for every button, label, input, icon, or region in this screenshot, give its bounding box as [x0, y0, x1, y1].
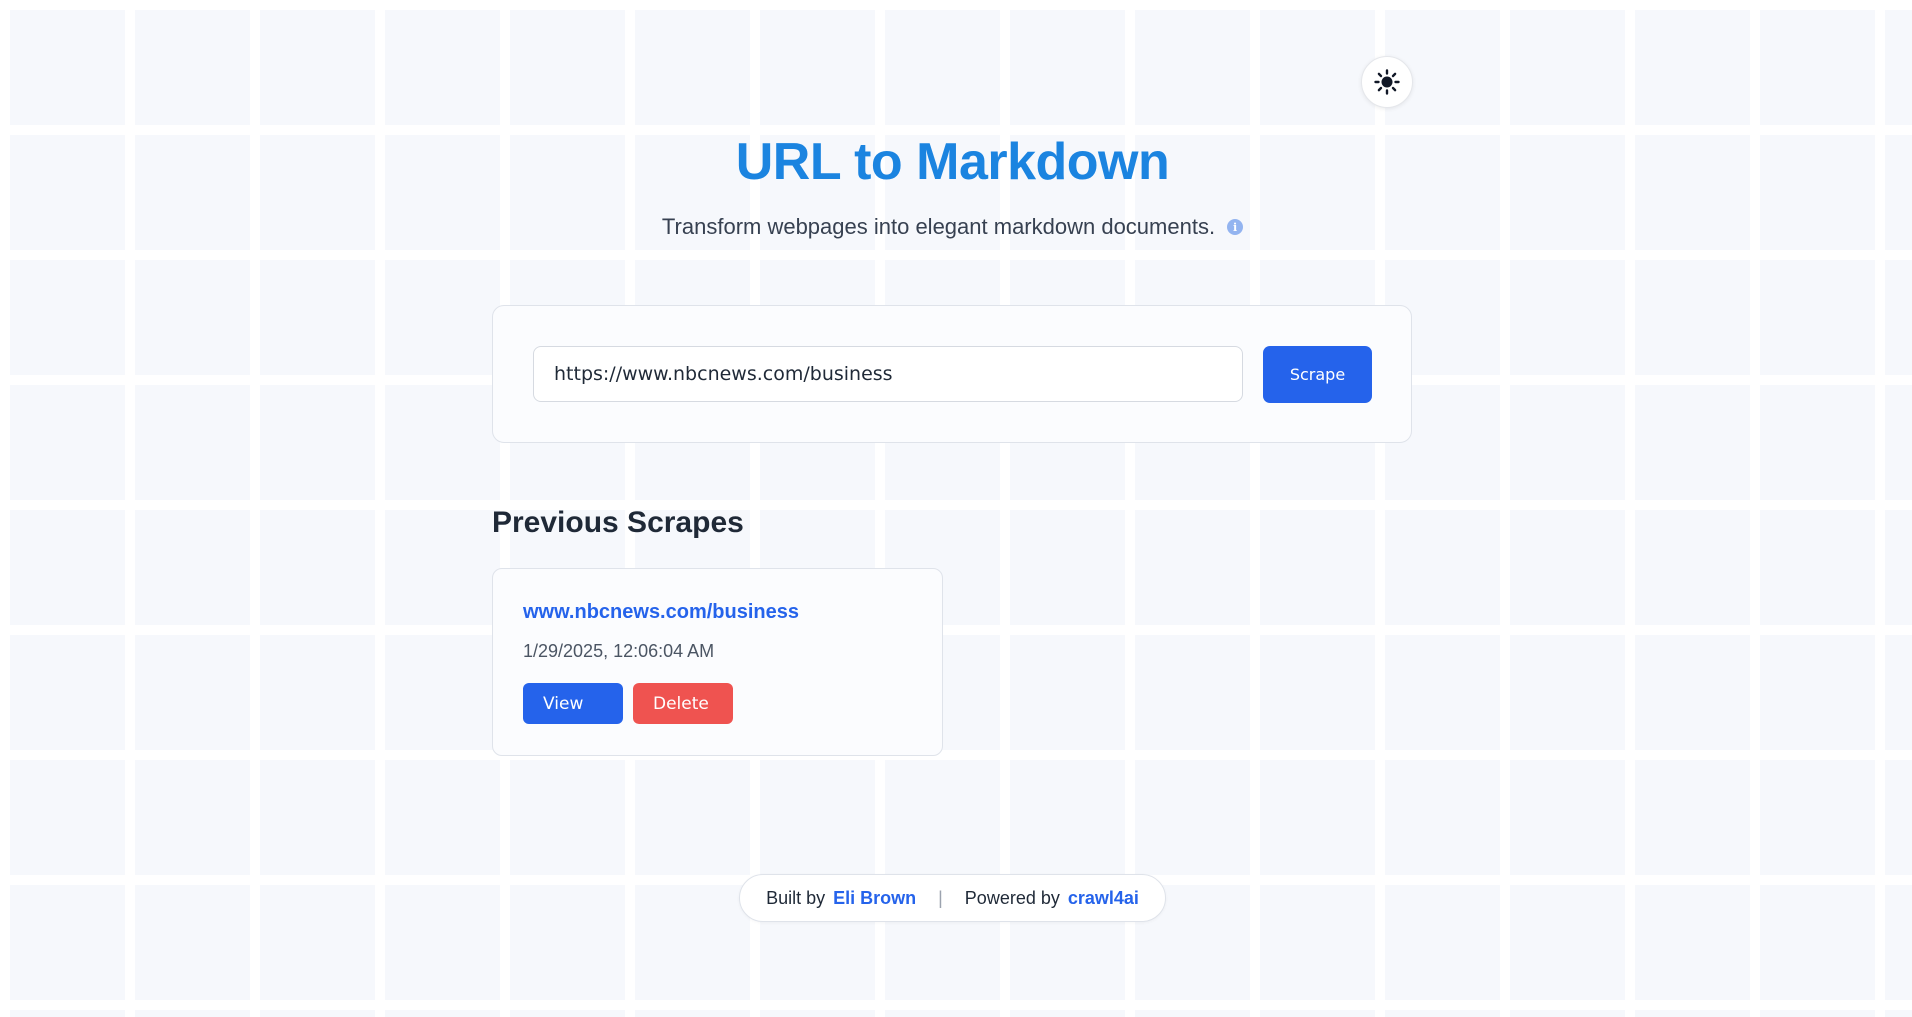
- view-button[interactable]: View: [523, 683, 623, 724]
- theme-toggle-button[interactable]: [1361, 56, 1413, 108]
- sun-icon: [1374, 69, 1400, 95]
- url-input[interactable]: [533, 346, 1243, 402]
- previous-scrapes-heading: Previous Scrapes: [492, 506, 744, 539]
- crawl4ai-link[interactable]: crawl4ai: [1068, 888, 1139, 909]
- history-url-link[interactable]: www.nbcnews.com/business: [523, 601, 799, 624]
- scrape-button[interactable]: Scrape: [1263, 346, 1372, 403]
- info-icon[interactable]: i: [1227, 219, 1244, 235]
- author-link[interactable]: Eli Brown: [833, 888, 916, 909]
- scrape-form-card: Scrape: [492, 305, 1412, 443]
- footer-divider: |: [938, 887, 943, 908]
- powered-by-label: Powered by: [964, 887, 1060, 908]
- history-timestamp: 1/29/2025, 12:06:04 AM: [523, 641, 715, 661]
- delete-button[interactable]: Delete: [633, 683, 733, 724]
- subtitle-row: Transform webpages into elegant markdown…: [0, 214, 1905, 240]
- history-card: www.nbcnews.com/business 1/29/2025, 12:0…: [492, 568, 943, 756]
- page-title: URL to Markdown: [735, 133, 1170, 191]
- built-by-label: Built by: [766, 887, 826, 908]
- footer-credits: Built by Eli Brown | Powered by crawl4ai: [739, 874, 1166, 922]
- page-subtitle: Transform webpages into elegant markdown…: [661, 214, 1216, 239]
